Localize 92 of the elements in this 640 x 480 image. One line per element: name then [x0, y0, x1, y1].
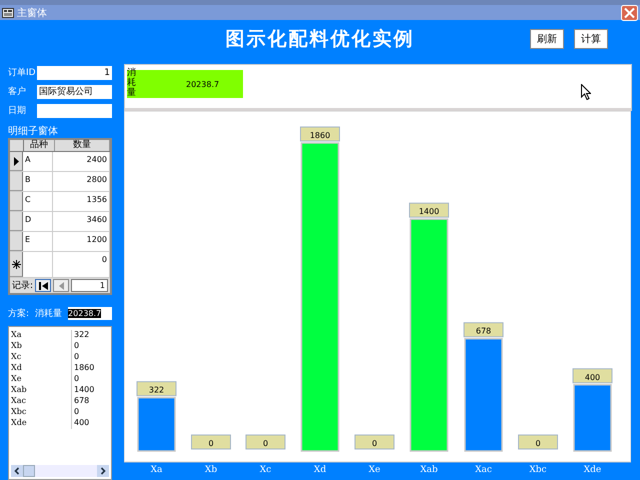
- text-field[interactable]: [37, 104, 112, 118]
- axis-label: Xbc: [529, 465, 547, 475]
- table-cell: E: [23, 232, 53, 251]
- data-label: 0: [262, 439, 268, 448]
- table-cell: 3460: [53, 212, 110, 231]
- axis-label: Xac: [475, 465, 492, 475]
- list-cell: Xe: [9, 374, 72, 385]
- record-label: 记录:: [12, 280, 34, 292]
- list-cell: Xbc: [9, 407, 72, 418]
- list-cell-text: 0: [73, 341, 80, 352]
- list-cell-text: 1400: [73, 385, 94, 396]
- command-button[interactable]: 计算: [574, 29, 608, 49]
- first-record-icon: [38, 282, 48, 290]
- list-cell-text: 678: [73, 396, 90, 407]
- first-record-button[interactable]: [35, 279, 52, 292]
- value-label: 1400: [409, 202, 449, 218]
- record-number-field[interactable]: 1: [71, 279, 108, 292]
- data-label: 322: [148, 386, 164, 395]
- consumption-value: 20238.7: [68, 309, 102, 318]
- table-cell: 1356: [53, 192, 110, 211]
- field-label: 日期: [8, 104, 27, 117]
- record-selector[interactable]: [10, 152, 23, 171]
- text-field[interactable]: 1: [37, 66, 112, 80]
- axis-label: Xe: [368, 465, 380, 475]
- value-label: 0: [354, 434, 394, 450]
- text-field[interactable]: 国际贸易公司: [37, 84, 112, 98]
- axis-label: Xd: [314, 465, 326, 475]
- list-cell-text: 1860: [73, 363, 94, 374]
- form-heading: 图示化配料优化实例: [226, 27, 414, 52]
- table-cell: 0: [53, 252, 110, 277]
- axis-label: Xa: [150, 465, 162, 475]
- table-cell: D: [23, 212, 53, 231]
- list-cell: Xde: [9, 418, 72, 429]
- table-cell: A: [23, 152, 53, 171]
- list-cell-text: 0: [73, 407, 80, 418]
- list-cell-text: 322: [73, 330, 90, 341]
- data-label: 0: [372, 439, 378, 448]
- scroll-right-icon[interactable]: [97, 465, 109, 477]
- scroll-left-icon[interactable]: [11, 465, 23, 477]
- mouse-pointer-icon: [581, 84, 591, 100]
- data-label: 1400: [418, 207, 440, 216]
- data-label: 0: [535, 439, 541, 448]
- close-icon[interactable]: [621, 5, 638, 20]
- table-cell: 1200: [53, 232, 110, 251]
- axis-label: Xb: [204, 465, 218, 475]
- table-cell: 2800: [53, 172, 110, 191]
- list-cell: Xa: [9, 330, 72, 341]
- previous-record-icon: [58, 282, 64, 290]
- value-label: 678: [464, 322, 504, 338]
- table-cell: B: [23, 172, 53, 191]
- value-label: 0: [246, 434, 286, 450]
- window-title: 主窗体: [17, 6, 48, 20]
- current-record-icon: [14, 156, 18, 166]
- data-label: 1860: [310, 131, 330, 140]
- value-label: 400: [572, 368, 612, 384]
- list-cell-text: 0: [73, 352, 80, 363]
- list-cell: Xac: [9, 396, 72, 407]
- list-cell-text: 0: [73, 374, 80, 385]
- list-cell-text: 400: [73, 418, 90, 429]
- result-list[interactable]: Xa 322 Xb 0 Xc 0 Xd 1860 Xe 0 Xab 1400 Xac 678 Xbc 0 Xde 400: [8, 326, 112, 480]
- list-cell: Xd: [9, 363, 72, 374]
- field-label: 订单ID: [8, 66, 37, 79]
- consumption-label: 消耗量: [35, 308, 62, 320]
- summary-label: 消耗量: [127, 69, 136, 99]
- new-record-icon: [12, 260, 20, 268]
- summary-value: 20238.7: [186, 80, 220, 88]
- value-label: 0: [191, 434, 231, 450]
- data-label: 400: [584, 372, 600, 382]
- data-label: 678: [476, 326, 492, 336]
- list-cell: Xb: [9, 341, 72, 352]
- subform-label: 明细子窗体: [8, 124, 59, 138]
- data-label: 0: [208, 439, 214, 448]
- list-cell: Xc: [9, 352, 72, 363]
- table-cell: 2400: [53, 152, 110, 171]
- value-label: 322: [136, 381, 176, 396]
- record-selector[interactable]: [10, 252, 23, 277]
- horizontal-scrollbar[interactable]: [11, 465, 109, 477]
- scroll-thumb[interactable]: [23, 465, 35, 477]
- command-button[interactable]: 刷新: [530, 29, 564, 49]
- list-cell: Xab: [9, 385, 72, 396]
- axis-label: Xc: [260, 465, 272, 475]
- form-icon: [2, 8, 14, 18]
- value-label: 0: [518, 434, 558, 450]
- plan-label: 方案:: [8, 307, 30, 320]
- axis-label: Xab: [420, 465, 438, 475]
- table-cell: C: [23, 192, 53, 211]
- field-label: 客户: [8, 86, 27, 98]
- axis-label: Xde: [584, 465, 602, 475]
- consumption-field[interactable]: 20238.7: [68, 307, 112, 320]
- bar: [137, 396, 176, 452]
- bar: [573, 384, 612, 452]
- value-label: 1860: [300, 126, 340, 142]
